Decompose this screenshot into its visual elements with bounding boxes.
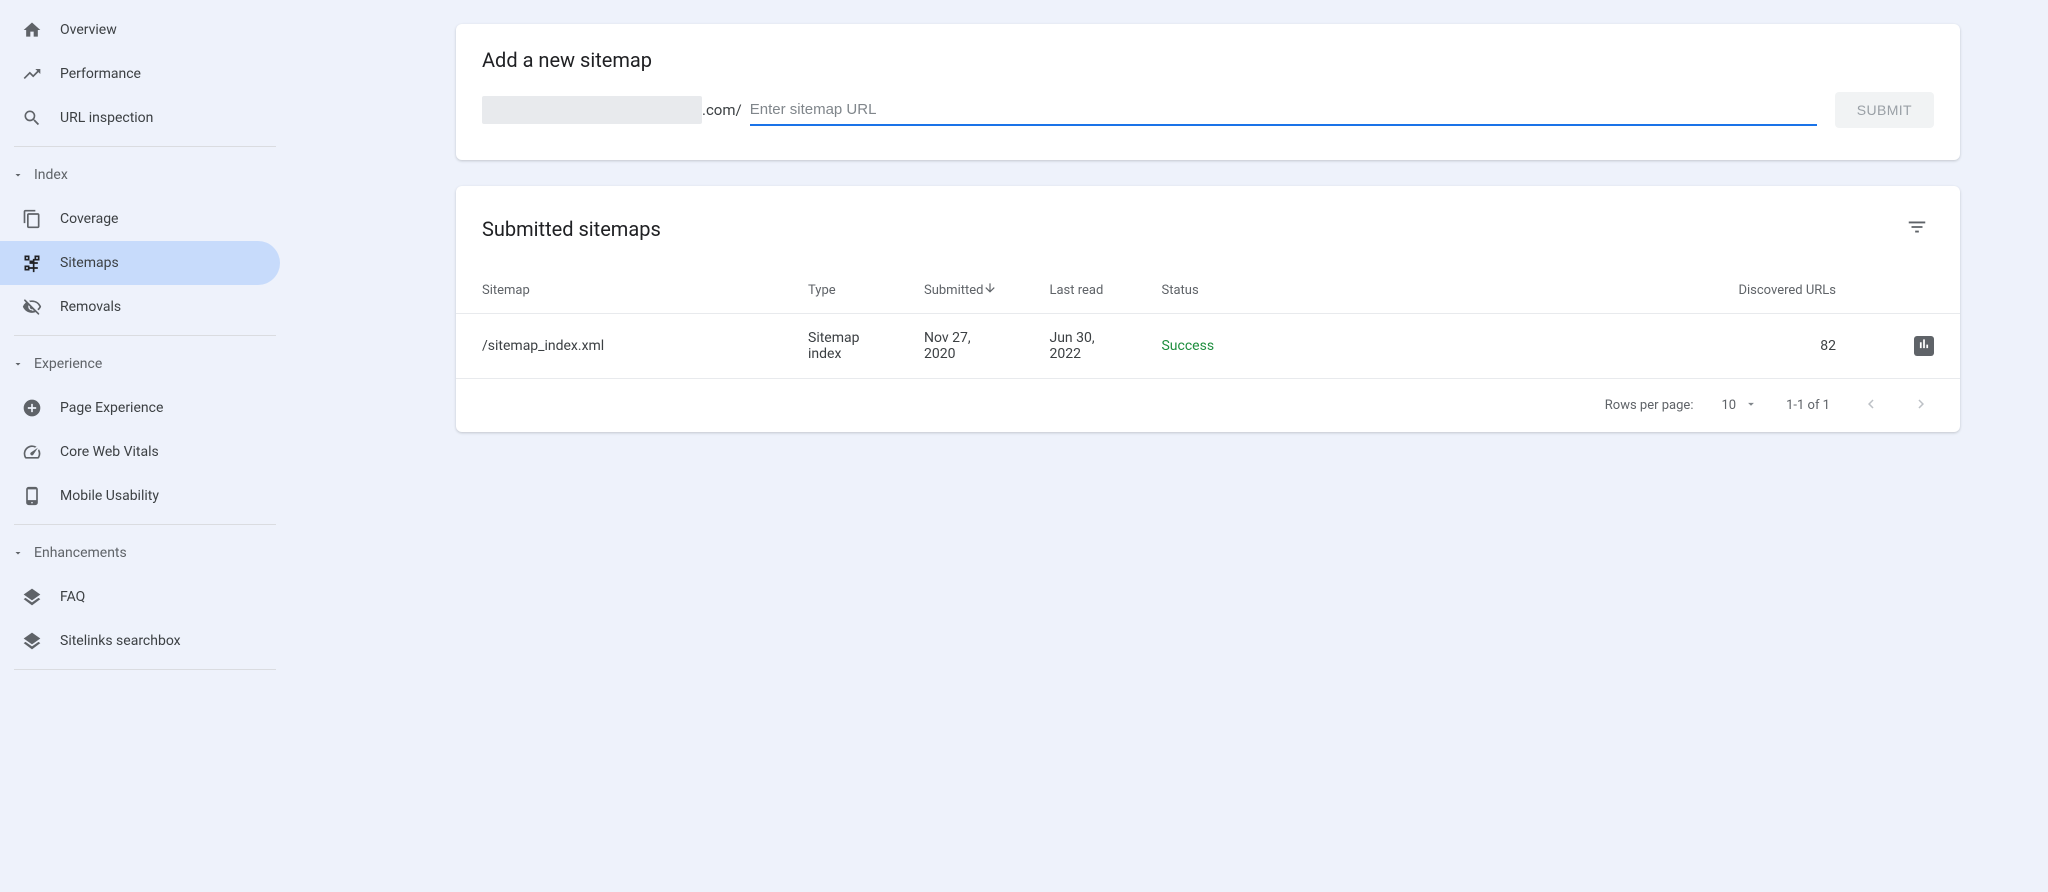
card-title: Add a new sitemap <box>456 24 1960 92</box>
submitted-sitemaps-card: Submitted sitemaps Sitemap Type Submitte… <box>456 186 1960 432</box>
col-status: Status <box>1135 267 1261 314</box>
main-content: Add a new sitemap .com/ SUBMIT Submitted… <box>290 0 2048 892</box>
sitemap-url-input[interactable] <box>750 94 1817 126</box>
section-header-label: Enhancements <box>34 545 127 561</box>
bar-chart-icon <box>1917 337 1931 355</box>
sidebar-item-label: Performance <box>60 66 141 82</box>
chevron-right-icon <box>1912 401 1930 416</box>
copy-icon <box>22 209 60 229</box>
sidebar-item-removals[interactable]: Removals <box>0 285 280 329</box>
section-header-label: Experience <box>34 356 102 372</box>
sidebar-item-label: FAQ <box>60 589 85 605</box>
col-type: Type <box>782 267 898 314</box>
sidebar-item-label: Mobile Usability <box>60 488 159 504</box>
filter-button[interactable] <box>1900 210 1934 247</box>
sidebar-item-performance[interactable]: Performance <box>0 52 280 96</box>
filter-icon <box>1906 226 1928 241</box>
col-submitted-label: Submitted <box>924 283 983 298</box>
sidebar-item-faq[interactable]: FAQ <box>0 575 280 619</box>
sidebar: Overview Performance URL inspection Inde… <box>0 0 290 892</box>
section-header-label: Index <box>34 167 68 183</box>
col-last-read: Last read <box>1023 267 1135 314</box>
divider <box>14 524 276 525</box>
trend-icon <box>22 64 60 84</box>
col-sitemap: Sitemap <box>456 267 782 314</box>
sidebar-item-page-experience[interactable]: Page Experience <box>0 386 280 430</box>
add-sitemap-card: Add a new sitemap .com/ SUBMIT <box>456 24 1960 160</box>
sidebar-item-coverage[interactable]: Coverage <box>0 197 280 241</box>
rows-per-page-label: Rows per page: <box>1605 398 1694 413</box>
cell-discovered: 82 <box>1261 314 1862 379</box>
col-actions <box>1862 267 1960 314</box>
section-header-experience[interactable]: Experience <box>0 342 290 386</box>
table-row[interactable]: /sitemap_index.xml Sitemap index Nov 27,… <box>456 314 1960 379</box>
sitemap-icon <box>22 253 60 273</box>
layers-icon <box>22 587 60 607</box>
search-icon <box>22 108 60 128</box>
sidebar-item-core-web-vitals[interactable]: Core Web Vitals <box>0 430 280 474</box>
sidebar-item-label: Overview <box>60 22 117 38</box>
col-submitted[interactable]: Submitted <box>898 267 1023 314</box>
sidebar-item-label: Removals <box>60 299 121 315</box>
sidebar-item-label: Coverage <box>60 211 118 227</box>
sidebar-item-label: Core Web Vitals <box>60 444 159 460</box>
hide-icon <box>22 297 60 317</box>
sidebar-item-label: Sitemaps <box>60 255 119 271</box>
rows-per-page-value: 10 <box>1721 398 1736 413</box>
chevron-left-icon <box>1862 401 1880 416</box>
rows-per-page-select[interactable]: 10 <box>1721 397 1758 415</box>
submit-button[interactable]: SUBMIT <box>1835 92 1934 128</box>
caret-down-icon <box>12 547 34 559</box>
sitemaps-table: Sitemap Type Submitted Last read Status … <box>456 267 1960 378</box>
caret-down-icon <box>1744 397 1758 415</box>
phone-icon <box>22 486 60 506</box>
domain-suffix: .com/ <box>702 101 742 119</box>
sidebar-item-label: Sitelinks searchbox <box>60 633 181 649</box>
speed-icon <box>22 442 60 462</box>
cell-sitemap: /sitemap_index.xml <box>456 314 782 379</box>
divider <box>14 335 276 336</box>
circle-plus-icon <box>22 398 60 418</box>
layers-icon <box>22 631 60 651</box>
cell-submitted: Nov 27, 2020 <box>898 314 1023 379</box>
cell-last-read: Jun 30, 2022 <box>1023 314 1135 379</box>
home-icon <box>22 20 60 40</box>
sidebar-item-overview[interactable]: Overview <box>0 8 280 52</box>
pager-range: 1-1 of 1 <box>1786 398 1830 413</box>
divider <box>14 669 276 670</box>
section-header-index[interactable]: Index <box>0 153 290 197</box>
sidebar-item-mobile-usability[interactable]: Mobile Usability <box>0 474 280 518</box>
caret-down-icon <box>12 169 34 181</box>
sidebar-item-label: URL inspection <box>60 110 153 126</box>
cell-status: Success <box>1135 314 1261 379</box>
table-pager: Rows per page: 10 1-1 of 1 <box>456 378 1960 432</box>
sidebar-item-label: Page Experience <box>60 400 163 416</box>
domain-redacted <box>482 96 702 124</box>
card-title: Submitted sitemaps <box>482 217 661 241</box>
view-details-button[interactable] <box>1914 336 1934 356</box>
caret-down-icon <box>12 358 34 370</box>
sidebar-item-url-inspection[interactable]: URL inspection <box>0 96 280 140</box>
sidebar-item-sitemaps[interactable]: Sitemaps <box>0 241 280 285</box>
col-discovered: Discovered URLs <box>1261 267 1862 314</box>
sidebar-item-sitelinks-searchbox[interactable]: Sitelinks searchbox <box>0 619 280 663</box>
divider <box>14 146 276 147</box>
pager-prev-button[interactable] <box>1858 391 1884 420</box>
sort-descending-icon <box>983 281 997 299</box>
cell-type: Sitemap index <box>782 314 898 379</box>
pager-next-button[interactable] <box>1908 391 1934 420</box>
section-header-enhancements[interactable]: Enhancements <box>0 531 290 575</box>
